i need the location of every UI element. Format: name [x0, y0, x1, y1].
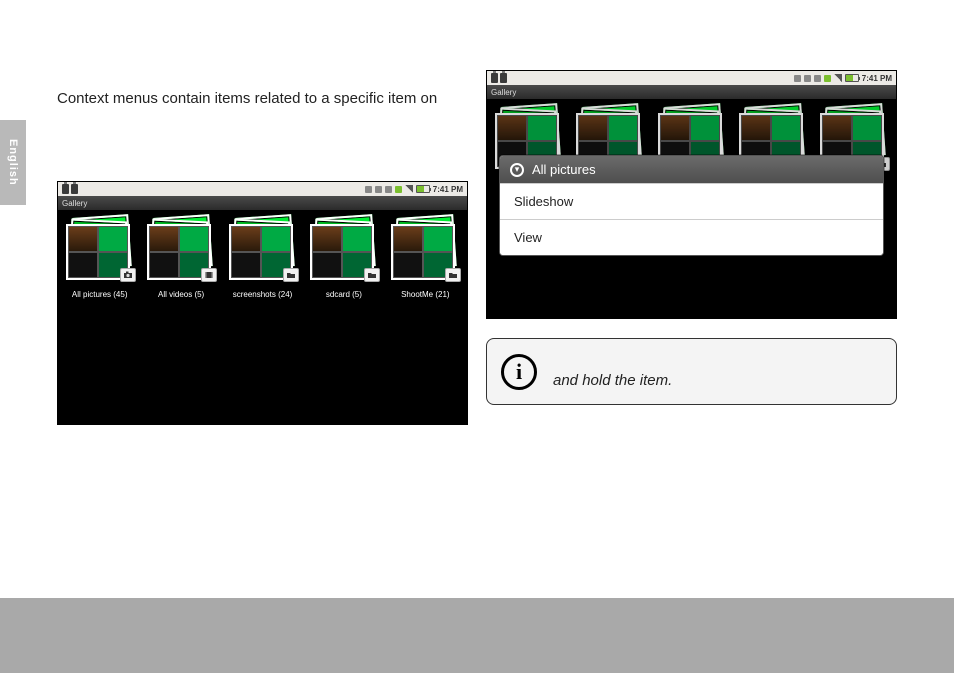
folder-icon — [445, 268, 461, 282]
status-icon — [804, 75, 811, 82]
signal-icon — [405, 185, 413, 193]
status-clock: 7:41 PM — [862, 74, 892, 83]
battery-icon — [416, 185, 430, 193]
status-icon — [375, 186, 382, 193]
usb-icon — [71, 184, 78, 194]
album-item[interactable]: All pictures (45) — [64, 216, 135, 299]
album-thumbnail — [147, 216, 215, 280]
folder-icon — [364, 268, 380, 282]
usb-icon — [491, 73, 498, 83]
signal-icon — [834, 74, 842, 82]
album-label: All pictures (45) — [72, 290, 128, 299]
gallery-title-bar: Gallery — [58, 196, 467, 210]
context-menu-item-slideshow[interactable]: Slideshow — [500, 183, 883, 219]
language-side-tab: English — [0, 120, 26, 205]
gallery-title: Gallery — [62, 199, 87, 208]
info-note: i and hold the item. — [486, 338, 897, 405]
info-note-text: and hold the item. — [553, 354, 672, 389]
context-menu-item-view[interactable]: View — [500, 219, 883, 255]
album-label: screenshots (24) — [233, 290, 293, 299]
album-item[interactable]: sdcard (5) — [308, 216, 379, 299]
screenshot-context-menu: 7:41 PM Gallery All pictures (45)All vid… — [486, 70, 897, 319]
page-footer-band — [0, 598, 954, 673]
battery-icon — [845, 74, 859, 82]
context-menu-title: All pictures — [532, 162, 596, 177]
body-paragraph: Context menus contain items related to a… — [57, 90, 437, 107]
gallery-title-bar: Gallery — [487, 85, 896, 99]
film-icon — [201, 268, 217, 282]
usb-icon — [500, 73, 507, 83]
album-item[interactable]: screenshots (24) — [227, 216, 298, 299]
wifi-icon — [824, 75, 831, 82]
album-item[interactable]: All videos (5) — [145, 216, 216, 299]
album-thumbnail — [310, 216, 378, 280]
album-thumbnail — [391, 216, 459, 280]
status-icon — [365, 186, 372, 193]
status-icon — [814, 75, 821, 82]
album-label: ShootMe (21) — [401, 290, 449, 299]
status-clock: 7:41 PM — [433, 185, 463, 194]
usb-icon — [62, 184, 69, 194]
camera-icon — [120, 268, 136, 282]
info-icon: i — [501, 354, 537, 390]
album-item[interactable]: ShootMe (21) — [390, 216, 461, 299]
album-thumbnail — [229, 216, 297, 280]
album-thumbnail — [66, 216, 134, 280]
album-row: All pictures (45) All videos (5) screensho… — [58, 210, 467, 299]
chevron-down-icon: ▾ — [510, 163, 524, 177]
wifi-icon — [395, 186, 402, 193]
screenshot-gallery-grid: 7:41 PM Gallery All pictures (45) All vid… — [57, 181, 468, 425]
folder-icon — [283, 268, 299, 282]
gallery-title: Gallery — [491, 88, 516, 97]
status-icon — [794, 75, 801, 82]
album-label: All videos (5) — [158, 290, 204, 299]
context-menu-header: ▾ All pictures — [500, 156, 883, 183]
album-label: sdcard (5) — [326, 290, 362, 299]
android-status-bar: 7:41 PM — [58, 182, 467, 196]
context-menu: ▾ All pictures Slideshow View — [499, 155, 884, 256]
android-status-bar: 7:41 PM — [487, 71, 896, 85]
status-icon — [385, 186, 392, 193]
